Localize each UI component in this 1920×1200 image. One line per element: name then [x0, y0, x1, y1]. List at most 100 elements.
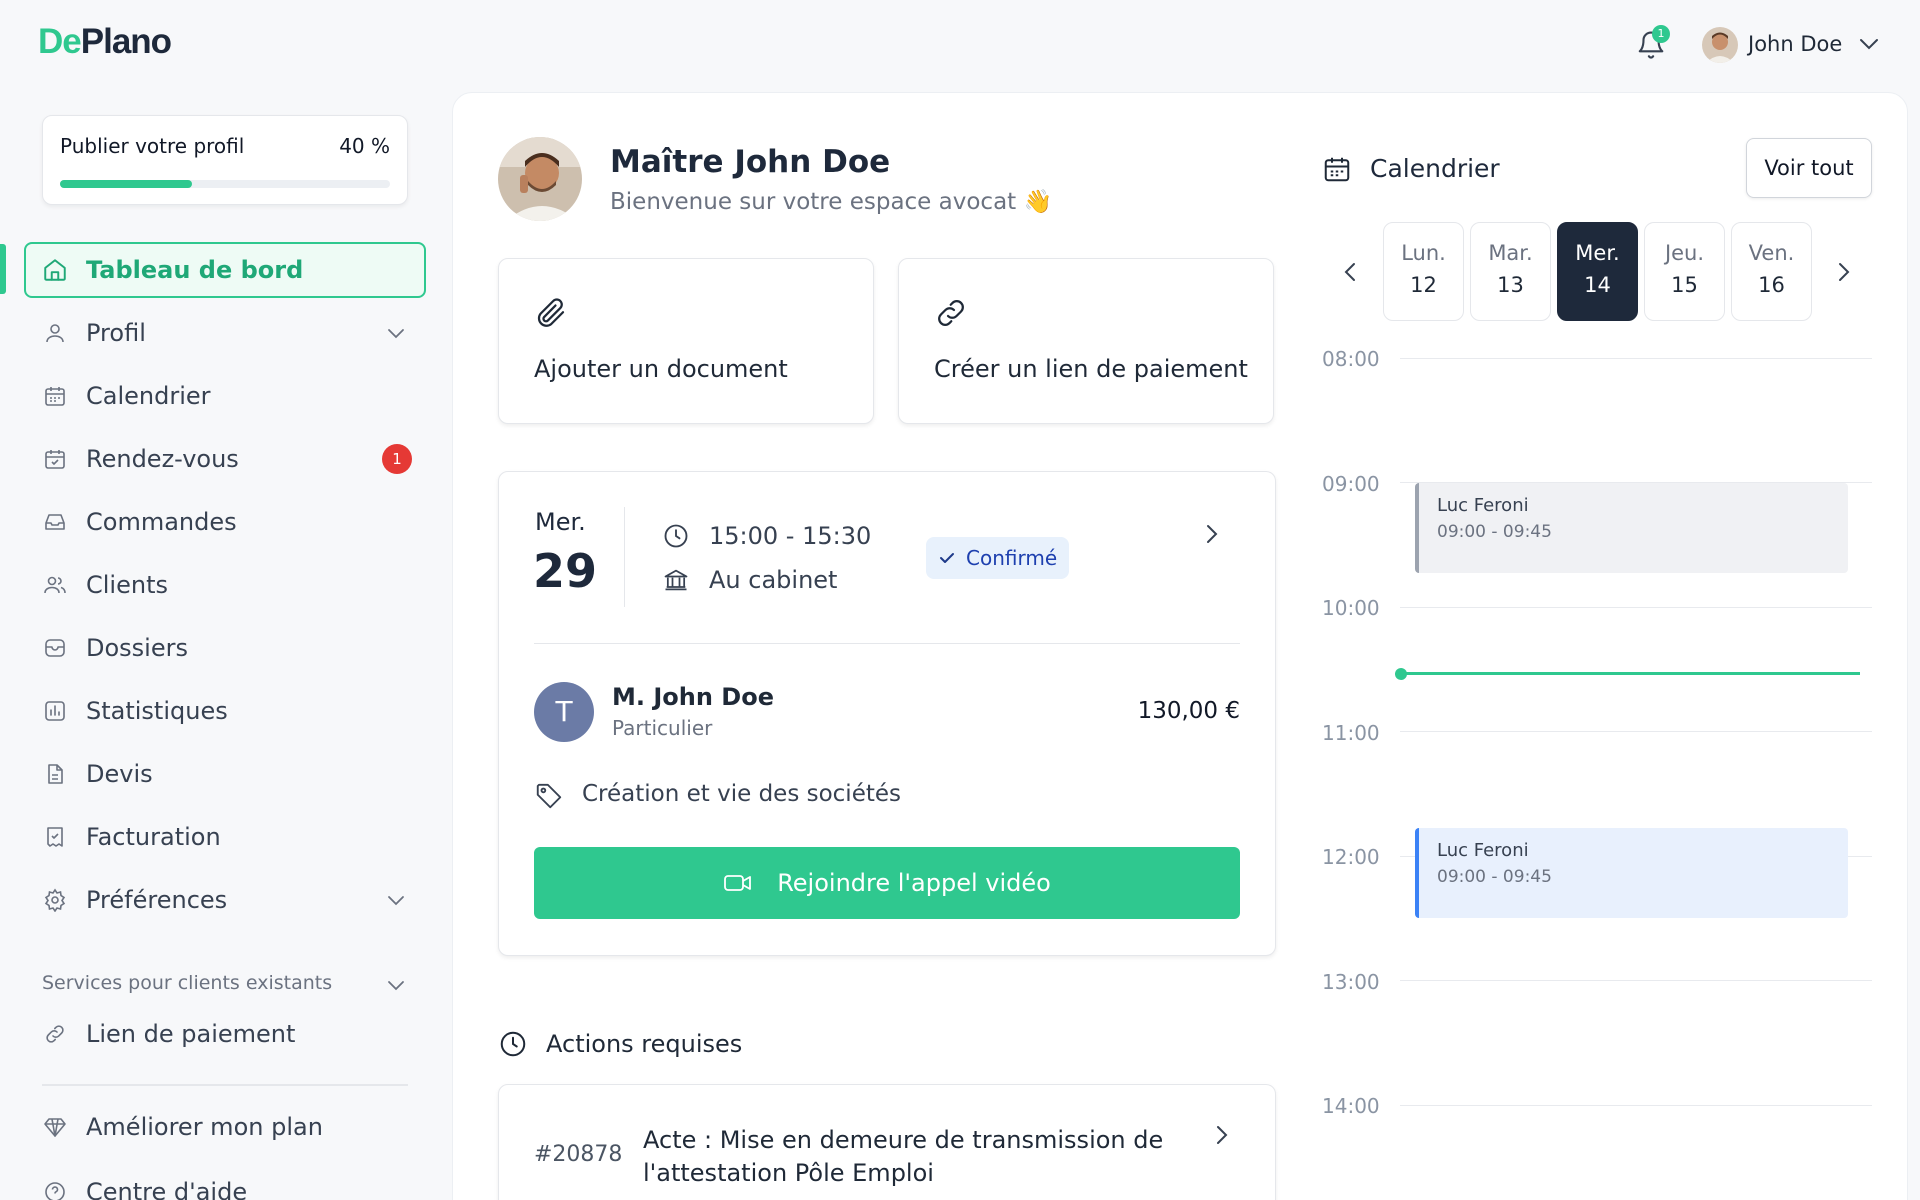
- event-time: 09:00 - 09:45: [1437, 867, 1552, 887]
- chart-icon: [42, 698, 68, 724]
- chevron-left-icon[interactable]: [1340, 260, 1360, 284]
- sidebar-item-statistics[interactable]: Statistiques: [42, 691, 412, 731]
- day-wednesday[interactable]: Mer. 14: [1557, 222, 1638, 321]
- sidebar-item-folders[interactable]: Dossiers: [42, 628, 412, 668]
- sidebar-item-label: Dossiers: [86, 634, 188, 662]
- sidebar-item-dashboard[interactable]: Tableau de bord: [42, 250, 412, 290]
- sidebar-item-label: Facturation: [86, 823, 221, 851]
- sidebar-divider: [42, 1084, 408, 1086]
- profile-progress-fill: [60, 180, 192, 188]
- calendar-event[interactable]: Luc Feroni 09:00 - 09:45: [1415, 828, 1848, 918]
- day-number: 12: [1410, 273, 1437, 297]
- event-time: 09:00 - 09:45: [1437, 522, 1552, 542]
- day-number: 15: [1671, 273, 1698, 297]
- sidebar-item-profile[interactable]: Profil: [42, 313, 412, 353]
- sidebar-item-payment-link[interactable]: Lien de paiement: [42, 1014, 412, 1054]
- sidebar-item-label: Améliorer mon plan: [86, 1113, 323, 1141]
- user-name[interactable]: John Doe: [1748, 32, 1842, 56]
- hour-label: 10:00: [1322, 596, 1380, 620]
- task-id: #20878: [534, 1142, 623, 1167]
- clock-icon: [662, 522, 690, 550]
- sidebar-item-orders[interactable]: Commandes: [42, 502, 412, 542]
- sidebar-item-label: Devis: [86, 760, 153, 788]
- day-friday[interactable]: Ven. 16: [1731, 222, 1812, 321]
- avatar: [498, 137, 582, 221]
- inbox-icon: [42, 509, 68, 535]
- client-type: Particulier: [612, 716, 713, 740]
- chevron-right-icon[interactable]: [1202, 523, 1222, 545]
- logo-part-plano: Plano: [80, 22, 172, 61]
- calendar-event[interactable]: Luc Feroni 09:00 - 09:45: [1415, 483, 1848, 573]
- day-tuesday[interactable]: Mar. 13: [1470, 222, 1551, 321]
- sidebar-item-clients[interactable]: Clients: [42, 565, 412, 605]
- sidebar-item-preferences[interactable]: Préférences: [42, 880, 412, 920]
- hour-label: 13:00: [1322, 970, 1380, 994]
- link-icon: [42, 1021, 68, 1047]
- actions-required-title: Actions requises: [546, 1030, 743, 1058]
- day-monday[interactable]: Lun. 12: [1383, 222, 1464, 321]
- sidebar-item-billing[interactable]: Facturation: [42, 817, 412, 857]
- profile-progress-bar: [60, 180, 390, 188]
- task-title: Acte : Mise en demeure de transmission d…: [643, 1126, 1164, 1187]
- appointment-day: 29: [533, 544, 598, 598]
- chevron-down-icon[interactable]: [386, 326, 406, 340]
- calendar-icon: [1322, 154, 1352, 184]
- clock-icon: [498, 1029, 528, 1059]
- tag-icon: [534, 781, 564, 811]
- hour-label: 08:00: [1322, 347, 1380, 371]
- client-name[interactable]: M. John Doe: [612, 683, 774, 711]
- chevron-down-icon[interactable]: [386, 978, 406, 992]
- avatar[interactable]: [1702, 27, 1738, 63]
- hour-line: [1400, 1105, 1872, 1106]
- document-icon: [42, 761, 68, 787]
- page-subtitle: Bienvenue sur votre espace avocat 👋: [610, 189, 1053, 215]
- appointment-location: Au cabinet: [709, 566, 838, 594]
- day-of-week: Mer.: [1575, 241, 1620, 265]
- chevron-down-icon[interactable]: [386, 893, 406, 907]
- page-title: Maître John Doe: [610, 144, 891, 180]
- sidebar-item-appointments[interactable]: Rendez-vous 1: [42, 439, 412, 479]
- publish-profile-card[interactable]: Publier votre profil 40 %: [42, 115, 408, 205]
- receipt-icon: [42, 824, 68, 850]
- day-of-week: Lun.: [1401, 241, 1446, 265]
- calendar-check-icon: [42, 446, 68, 472]
- sidebar-item-label: Clients: [86, 571, 168, 599]
- day-of-week: Mar.: [1488, 241, 1533, 265]
- see-all-button[interactable]: Voir tout: [1746, 138, 1872, 198]
- publish-profile-title: Publier votre profil: [60, 134, 245, 158]
- add-document-card[interactable]: Ajouter un document: [498, 258, 874, 424]
- notification-badge: 1: [1652, 25, 1670, 43]
- day-of-week: Ven.: [1748, 241, 1795, 265]
- sidebar-item-label: Centre d'aide: [86, 1178, 248, 1200]
- chevron-right-icon[interactable]: [1834, 260, 1854, 284]
- logo[interactable]: DePlano: [38, 22, 172, 62]
- day-thursday[interactable]: Jeu. 15: [1644, 222, 1725, 321]
- sidebar-item-upgrade-plan[interactable]: Améliorer mon plan: [42, 1107, 412, 1147]
- create-payment-link-card[interactable]: Créer un lien de paiement: [898, 258, 1274, 424]
- appointment-category: Création et vie des sociétés: [582, 781, 902, 807]
- logo-part-de: De: [38, 22, 82, 61]
- client-avatar: T: [534, 682, 594, 742]
- hour-line: [1400, 980, 1872, 981]
- appointment-time: 15:00 - 15:30: [709, 522, 872, 550]
- sidebar-item-label: Statistiques: [86, 697, 228, 725]
- calendar-title: Calendrier: [1370, 154, 1500, 183]
- diamond-icon: [42, 1114, 68, 1140]
- current-time-line: [1400, 672, 1860, 675]
- sidebar-item-label: Commandes: [86, 508, 237, 536]
- sidebar-item-quotes[interactable]: Devis: [42, 754, 412, 794]
- hour-line: [1400, 731, 1872, 732]
- sidebar-item-help-center[interactable]: Centre d'aide: [42, 1172, 412, 1200]
- home-icon: [42, 257, 68, 283]
- user-icon: [42, 320, 68, 346]
- section-label: Services pour clients existants: [42, 972, 333, 994]
- sidebar-item-calendar[interactable]: Calendrier: [42, 376, 412, 416]
- chevron-down-icon[interactable]: [1858, 36, 1880, 52]
- hour-label: 11:00: [1322, 721, 1380, 745]
- hour-label: 09:00: [1322, 472, 1380, 496]
- join-video-call-button[interactable]: Rejoindre l'appel vidéo: [534, 847, 1240, 919]
- sidebar-item-label: Rendez-vous: [86, 445, 239, 473]
- chevron-right-icon[interactable]: [1212, 1124, 1232, 1146]
- appointment-divider: [534, 643, 1240, 644]
- active-indicator: [0, 244, 6, 294]
